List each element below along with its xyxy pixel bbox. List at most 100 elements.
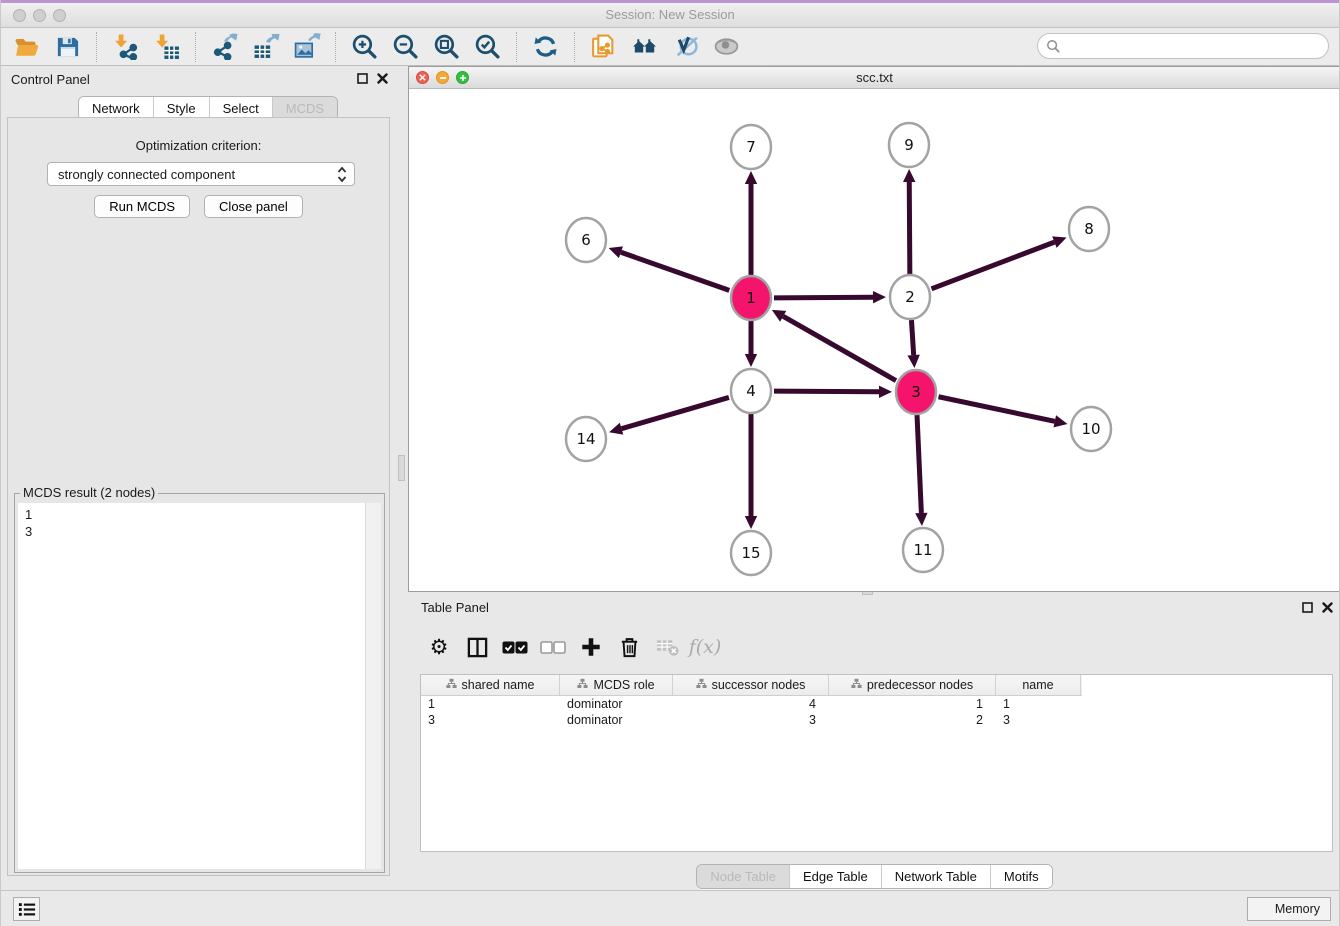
refresh-icon[interactable] xyxy=(530,30,561,63)
edge-4-15[interactable] xyxy=(745,414,757,529)
node-15[interactable]: 15 xyxy=(731,531,771,575)
minimize-window-button[interactable] xyxy=(33,9,46,22)
search-icon xyxy=(1046,39,1061,54)
tree-icon xyxy=(696,678,707,692)
node-11[interactable]: 11 xyxy=(903,528,943,572)
edge-3-1[interactable] xyxy=(772,310,896,381)
optimization-criterion-select[interactable]: strongly connected component xyxy=(47,162,355,186)
float-panel-icon[interactable] xyxy=(357,73,368,84)
table-panel-tabs: Node TableEdge TableNetwork TableMotifs xyxy=(696,864,1052,889)
edge-1-2[interactable] xyxy=(774,291,886,303)
minimize-view-button[interactable] xyxy=(436,71,449,84)
import-network-icon[interactable] xyxy=(110,30,141,63)
tab-node-table[interactable]: Node Table xyxy=(697,865,789,888)
create-column-icon[interactable] xyxy=(572,629,610,665)
import-table-icon[interactable] xyxy=(151,30,182,63)
close-panel-icon[interactable] xyxy=(377,73,388,84)
tab-network-table[interactable]: Network Table xyxy=(881,865,990,888)
memory-button[interactable]: Memory xyxy=(1247,897,1331,921)
export-network-icon[interactable] xyxy=(209,30,240,63)
edge-2-8[interactable] xyxy=(932,236,1067,288)
node-7[interactable]: 7 xyxy=(731,125,771,169)
export-table-icon[interactable] xyxy=(250,30,281,63)
close-view-button[interactable] xyxy=(416,71,429,84)
node-9[interactable]: 9 xyxy=(889,123,929,167)
node-label: 2 xyxy=(905,288,915,306)
node-1[interactable]: 1 xyxy=(731,276,771,320)
node-6[interactable]: 6 xyxy=(566,218,606,262)
status-bar: Memory xyxy=(1,890,1339,926)
export-image-icon[interactable] xyxy=(291,30,322,63)
delete-table-icon[interactable] xyxy=(648,629,686,665)
maximize-window-button[interactable] xyxy=(53,9,66,22)
search-field[interactable] xyxy=(1037,33,1329,59)
function-builder-icon[interactable]: f(x) xyxy=(686,629,724,665)
maximize-view-button[interactable] xyxy=(456,71,469,84)
edge-4-14[interactable] xyxy=(609,397,729,434)
run-mcds-button[interactable]: Run MCDS xyxy=(94,195,190,218)
search-input[interactable] xyxy=(1067,36,1328,56)
column-header-shared-name[interactable]: shared name xyxy=(421,675,560,695)
node-2[interactable]: 2 xyxy=(890,275,930,319)
node-10[interactable]: 10 xyxy=(1071,407,1111,451)
table-row[interactable]: 3dominator323 xyxy=(421,712,1332,728)
edge-1-4[interactable] xyxy=(745,321,757,367)
show-details-eye-icon[interactable] xyxy=(711,30,742,63)
node-4[interactable]: 4 xyxy=(731,369,771,413)
console-button[interactable] xyxy=(13,897,40,921)
zoom-out-icon[interactable] xyxy=(390,30,421,63)
zoom-fit-icon[interactable] xyxy=(431,30,462,63)
table-settings-icon[interactable]: ⚙ xyxy=(420,629,458,665)
column-header-successor-nodes[interactable]: successor nodes xyxy=(673,675,829,695)
column-header-predecessor-nodes[interactable]: predecessor nodes xyxy=(829,675,996,695)
node-label: 10 xyxy=(1081,420,1100,438)
mcds-panel: Optimization criterion: strongly connect… xyxy=(7,117,390,876)
close-panel-button[interactable]: Close panel xyxy=(204,195,303,218)
float-panel-icon[interactable] xyxy=(1302,602,1313,613)
save-session-icon[interactable] xyxy=(52,30,83,63)
tab-edge-table[interactable]: Edge Table xyxy=(789,865,881,888)
edge-3-11[interactable] xyxy=(915,415,927,526)
column-header-name[interactable]: name xyxy=(996,675,1081,695)
result-scrollbar[interactable] xyxy=(365,503,381,869)
column-label: name xyxy=(1022,678,1053,692)
node-3[interactable]: 3 xyxy=(896,370,936,414)
node-table[interactable]: shared name MCDS role successor nodesprede… xyxy=(420,674,1333,852)
mcds-result-area[interactable]: 1 3 xyxy=(18,503,381,869)
clone-network-icon[interactable] xyxy=(588,30,619,63)
tree-icon xyxy=(851,678,862,692)
network-view-window: scc.txt 1 2 3 4 6 7 8 9 10 11 14 15 xyxy=(408,66,1340,592)
node-label: 14 xyxy=(576,430,595,448)
edge-2-3[interactable] xyxy=(907,320,919,368)
network-canvas[interactable]: 1 2 3 4 6 7 8 9 10 11 14 15 xyxy=(409,89,1340,591)
zoom-in-icon[interactable] xyxy=(349,30,380,63)
node-8[interactable]: 8 xyxy=(1069,207,1109,251)
delete-columns-icon[interactable] xyxy=(610,629,648,665)
node-14[interactable]: 14 xyxy=(566,417,606,461)
column-header-MCDS-role[interactable]: MCDS role xyxy=(560,675,673,695)
close-panel-icon[interactable] xyxy=(1322,602,1333,613)
node-label: 4 xyxy=(746,382,756,400)
close-window-button[interactable] xyxy=(13,9,26,22)
unselect-all-columns-icon[interactable] xyxy=(534,629,572,665)
table-panel-title: Table Panel xyxy=(421,600,489,615)
select-stepper-icon xyxy=(336,165,348,187)
tab-motifs[interactable]: Motifs xyxy=(990,865,1052,888)
edge-1-6[interactable] xyxy=(609,246,730,290)
edge-4-3[interactable] xyxy=(774,386,892,398)
show-columns-icon[interactable] xyxy=(458,629,496,665)
table-row[interactable]: 1dominator411 xyxy=(421,696,1332,712)
edge-3-10[interactable] xyxy=(939,397,1068,428)
column-label: MCDS role xyxy=(593,678,654,692)
open-session-icon[interactable] xyxy=(11,30,42,63)
cell-shared-name: 1 xyxy=(421,696,560,712)
network-window-titlebar[interactable]: scc.txt xyxy=(409,67,1340,89)
zoom-selected-icon[interactable] xyxy=(472,30,503,63)
edge-2-9[interactable] xyxy=(903,169,915,274)
vertical-splitter-handle[interactable] xyxy=(398,455,405,481)
toggle-annotations-icon[interactable] xyxy=(670,30,701,63)
table-panel-header: Table Panel xyxy=(408,595,1340,621)
edge-1-7[interactable] xyxy=(745,171,757,275)
home-icon[interactable] xyxy=(629,30,660,63)
select-all-columns-icon[interactable] xyxy=(496,629,534,665)
